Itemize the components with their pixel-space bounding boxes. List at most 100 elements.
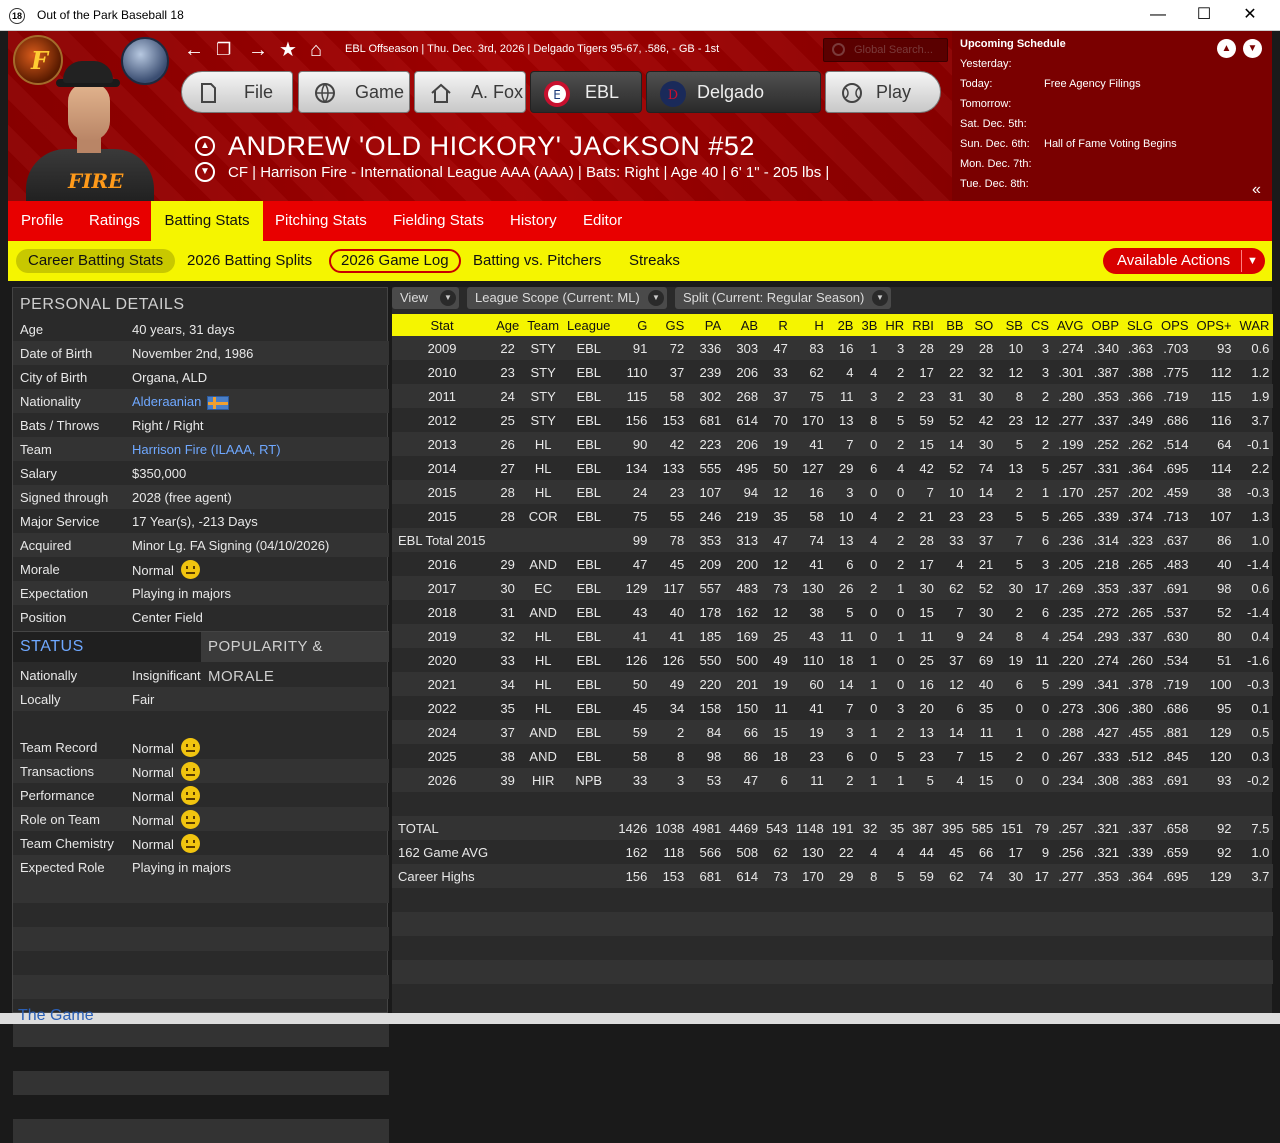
table-row[interactable]: 2014 27 HL EBL 134 133 555 495 50 127 29 6 4 42 52 74 13…	[392, 456, 1273, 480]
tab-pitching-stats[interactable]: Pitching Stats	[275, 201, 367, 241]
subtab-streaks[interactable]: Streaks	[629, 249, 680, 273]
column-header[interactable]: Age	[492, 314, 524, 336]
tab-ratings[interactable]: Ratings	[89, 201, 140, 241]
table-row[interactable]: 2019 32 HL EBL 41 41 185 169 25 43 11 0 1 11 9 24 8 4.254…	[392, 624, 1274, 648]
table-cell: 17	[1026, 864, 1054, 888]
tab-history[interactable]: History	[510, 201, 557, 241]
column-header[interactable]: PA	[688, 314, 726, 336]
column-header[interactable]: SO	[967, 314, 998, 336]
detail-label: Locally	[20, 692, 61, 707]
team-logo[interactable]	[13, 35, 63, 85]
subtab-batting-splits[interactable]: 2026 Batting Splits	[187, 249, 312, 273]
global-search-input[interactable]: Global Search...	[823, 38, 948, 62]
column-header[interactable]: 2B	[827, 314, 858, 336]
table-row[interactable]: 2018 31 AND EBL 43 40 178 162 12 38 5 0 0 15 7 30 2 6.235…	[392, 600, 1273, 624]
column-header[interactable]: AB	[725, 314, 763, 336]
column-header[interactable]: HR	[881, 314, 909, 336]
table-row[interactable]: 2024 37 AND EBL 59 2 84 66 15 19 3 1 2 13 14 11 1 0.288.4…	[392, 720, 1274, 744]
column-header[interactable]: RBI	[908, 314, 938, 336]
column-header[interactable]: GS	[651, 314, 689, 336]
league-menu-button[interactable]: E EBL	[530, 71, 642, 113]
totals-row[interactable]: 162 Game AVG 162 118 566 508 62 130 22 4 4 44 45 66 1…	[392, 840, 1273, 864]
table-cell: 60	[791, 672, 828, 696]
game-menu-button[interactable]: Game	[298, 71, 410, 113]
column-header[interactable]: League	[563, 314, 615, 336]
table-row[interactable]: 2016 29 AND EBL 47 45 209 200 12 41 6 0 2 17 4 21 5 3 .205…	[392, 552, 1273, 576]
column-header[interactable]: CS	[1026, 314, 1054, 336]
table-row[interactable]: 2025 38 AND EBL 58 8 98 86 18 23 6 0 5 23 7 15 2 0.267.33…	[392, 744, 1273, 768]
column-header[interactable]: OBP	[1087, 314, 1124, 336]
file-menu-button[interactable]: File	[181, 71, 293, 113]
league-logo[interactable]	[121, 37, 169, 85]
subtab-game-log[interactable]: 2026 Game Log	[329, 249, 461, 273]
column-header[interactable]: Stat	[392, 314, 493, 336]
tab-profile[interactable]: Profile	[21, 201, 64, 241]
table-cell: 59	[919, 412, 934, 428]
detail-value[interactable]: Alderaanian	[132, 394, 230, 410]
column-header[interactable]: Team	[523, 314, 564, 336]
table-cell: 19	[791, 720, 828, 744]
table-row[interactable]: 2022 35 HL EBL 45 34 158 150 11 41 7 0 3 20 6 35 0 0.273.…	[392, 696, 1273, 720]
home-icon[interactable]: ⌂	[310, 39, 322, 61]
detail-value[interactable]: Harrison Fire (ILAAA, RT)	[132, 442, 281, 457]
table-cell: 1	[881, 624, 909, 648]
column-header[interactable]: SB	[997, 314, 1027, 336]
copy-icon[interactable]: ❐	[216, 39, 231, 61]
next-player-button[interactable]: ▼	[195, 162, 215, 182]
available-actions-button[interactable]: Available Actions ▼	[1103, 248, 1265, 274]
split-dropdown[interactable]: Split (Current: Regular Season) ▼	[675, 287, 891, 309]
close-button[interactable]: ✕	[1227, 0, 1273, 31]
table-row[interactable]: 2009 22 STY EBL 91 72 336 303 47 83 16 1 3 28 29 28 10 3.…	[392, 336, 1274, 360]
column-header[interactable]: OPS	[1157, 314, 1193, 336]
table-row[interactable]: 2020 33 HL EBL 126 126 550 500 49 110 18 1 0 25 37 69 19…	[392, 648, 1273, 672]
schedule-up-button[interactable]: ▲	[1217, 39, 1236, 58]
star-icon[interactable]: ★	[279, 39, 297, 61]
column-header[interactable]: H	[791, 314, 828, 336]
table-row[interactable]: EBL Total 2015 99 78 353 313 47 74 13 4 2 28 33 37 7 6…	[392, 528, 1274, 552]
minimize-button[interactable]: —	[1135, 0, 1181, 31]
play-menu-button[interactable]: Play	[825, 71, 941, 113]
table-row[interactable]: 2011 24 STY EBL 115 58 302 268 37 75 11 3 2 23 31 30 8 2.…	[392, 384, 1274, 408]
team-menu-button[interactable]: D Delgado	[646, 71, 821, 113]
tab-editor[interactable]: Editor	[583, 201, 622, 241]
table-row[interactable]: 2010 23 STY EBL 110 37 239 206 33 62 4 4 2 17 22 32 12 3.…	[392, 360, 1273, 384]
status-tab[interactable]: STATUS	[13, 632, 201, 662]
table-row[interactable]: 2015 28 HL EBL 24 23 107 94 12 16 3 0 0 7 10 14 2 1.170.2…	[392, 480, 1274, 504]
view-dropdown[interactable]: View ▼	[392, 287, 459, 309]
tab-batting-stats[interactable]: Batting Stats	[151, 201, 263, 241]
back-arrow-icon[interactable]: ←	[184, 39, 204, 61]
table-row[interactable]: 2021 34 HL EBL 50 49 220 201 19 60 14 1 0 16 12 40 6 5.29…	[392, 672, 1274, 696]
collapse-schedule-icon[interactable]: «	[1252, 181, 1261, 199]
tab-fielding-stats[interactable]: Fielding Stats	[393, 201, 484, 241]
table-cell	[492, 864, 524, 888]
league-scope-dropdown[interactable]: League Scope (Current: ML) ▼	[467, 287, 667, 309]
table-cell: 0	[1026, 768, 1054, 792]
detail-row: Team Chemistry Normal	[13, 831, 389, 855]
table-row[interactable]: 2013 26 HL EBL 90 42 223 206 19 41 7 0 2 15 14 30 5 2.199…	[392, 432, 1274, 456]
column-header[interactable]: BB	[937, 314, 968, 336]
column-header[interactable]: WAR	[1235, 314, 1274, 336]
column-header[interactable]: AVG	[1053, 314, 1088, 336]
table-cell: .691	[1157, 576, 1193, 600]
table-row[interactable]: 2017 30 EC EBL 129 117 557 483 73 130 26 2 1 30 62 52 30…	[392, 576, 1274, 600]
totals-row[interactable]: Career Highs 156 153 681 614 73 170 29 8 5 59 62 74 3…	[392, 864, 1274, 888]
table-row[interactable]: 2026 39 HIR NPB 33 3 53 47 6 11 2 1 1 5 4 15 0 0.234.308.…	[392, 768, 1274, 792]
column-header[interactable]: SLG	[1123, 314, 1158, 336]
totals-row[interactable]: TOTAL 1426 1038 4981 4469 543 1148 191 32 35 387 39…	[392, 816, 1274, 840]
column-header[interactable]: R	[762, 314, 792, 336]
maximize-button[interactable]: ☐	[1181, 0, 1227, 31]
column-header[interactable]: OPS+	[1192, 314, 1236, 336]
table-row[interactable]: 2012 25 STY EBL 156 153 681 614 70 170 13 8 5 59 52 42 2…	[392, 408, 1273, 432]
forward-arrow-icon[interactable]: →	[248, 39, 268, 61]
table-cell: 5	[997, 432, 1027, 456]
schedule-down-button[interactable]: ▼	[1243, 39, 1262, 58]
column-header[interactable]: G	[614, 314, 652, 336]
subtab-batting-vs-pitchers[interactable]: Batting vs. Pitchers	[473, 249, 601, 273]
table-row[interactable]: 2015 28 COR EBL 75 55 246 219 35 58 10 4 2 21 23 23 5 5.2…	[392, 504, 1273, 528]
manager-menu-button[interactable]: A. Fox	[414, 71, 526, 113]
table-cell: 52	[1217, 604, 1232, 620]
previous-player-button[interactable]: ▲	[195, 136, 215, 156]
subtab-career-batting-stats[interactable]: Career Batting Stats	[16, 249, 176, 273]
popularity-morale-tab[interactable]: POPULARITY & MORALE	[201, 632, 389, 685]
column-header[interactable]: 3B	[857, 314, 882, 336]
